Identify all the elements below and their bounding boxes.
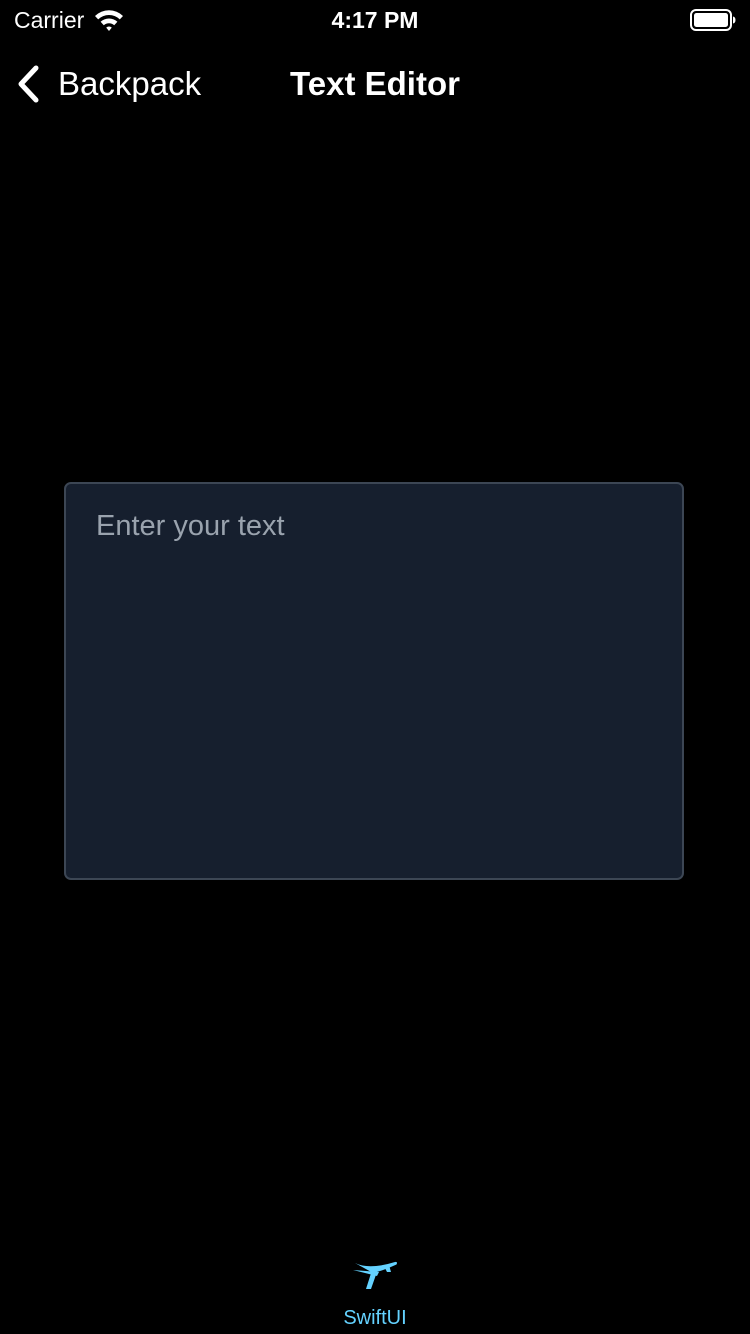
airplane-icon xyxy=(353,1261,397,1289)
page-title: Text Editor xyxy=(290,65,460,102)
navigation-bar: Backpack Text Editor xyxy=(0,40,750,128)
status-time: 4:17 PM xyxy=(331,7,419,33)
tab-swiftui-label: SwiftUI xyxy=(343,1307,407,1329)
tab-swiftui[interactable]: SwiftUI xyxy=(315,1256,435,1334)
status-bar: Carrier 4:17 PM xyxy=(0,0,750,40)
text-editor-placeholder: Enter your text xyxy=(96,510,285,542)
battery-full-icon xyxy=(690,9,736,31)
text-editor[interactable]: Enter your text xyxy=(64,482,684,880)
tab-bar: SwiftUI xyxy=(0,1240,750,1334)
